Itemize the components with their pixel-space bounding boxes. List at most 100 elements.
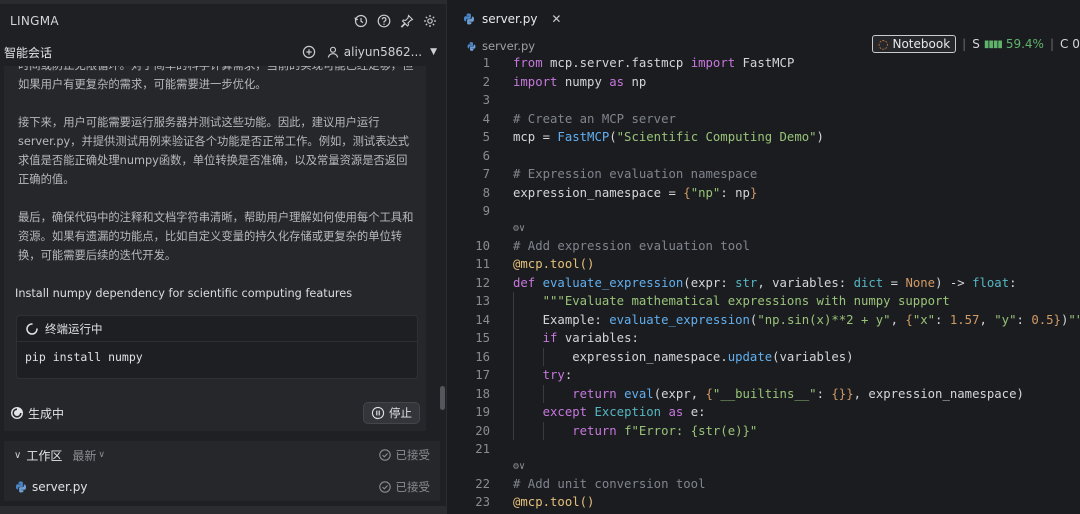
line-number: 6 bbox=[482, 148, 490, 163]
workspace-section: ∨ 工作区 最新 ∨ 已接受 server.py 已接受 bbox=[4, 441, 440, 501]
panel-bottom-strip bbox=[0, 506, 446, 514]
code-line: 23 @mcp.tool() bbox=[448, 493, 1080, 512]
line-text: @mcp.tool() bbox=[513, 495, 595, 509]
line-number: 23 bbox=[475, 495, 490, 509]
line-number: 3 bbox=[482, 93, 490, 107]
terminal-box[interactable]: 终端运行中 pip install numpy bbox=[16, 315, 418, 379]
chat-message-card: 时间或防止无限循环。对于简单的科学计算需求，当前的实现可能已经足够，但如果用户有… bbox=[4, 66, 426, 273]
stop-icon bbox=[371, 406, 385, 420]
app-header: LINGMA bbox=[0, 4, 446, 38]
code-line: 9 bbox=[448, 202, 1080, 221]
line-text: @mcp.tool() bbox=[513, 257, 595, 271]
code-line: 6 bbox=[448, 147, 1080, 166]
breadcrumb: server.py bbox=[448, 36, 535, 56]
generating-label: 生成中 bbox=[28, 406, 65, 421]
line-number: 8 bbox=[482, 185, 490, 200]
line-number: 7 bbox=[482, 167, 490, 181]
chat-paragraph: 时间或防止无限循环。对于简单的科学计算需求，当前的实现可能已经足够，但如果用户有… bbox=[18, 66, 413, 91]
generating-icon bbox=[10, 406, 24, 420]
line-number: 18 bbox=[475, 386, 490, 401]
breadcrumb-file[interactable]: server.py bbox=[482, 39, 535, 53]
chat-scrollbar[interactable] bbox=[440, 386, 445, 410]
line-number: 4 bbox=[482, 111, 490, 126]
bar-chart-icon: ▮▮▮▮ bbox=[983, 38, 1003, 50]
code-line: 1 from mcp.server.fastmcp import FastMCP bbox=[448, 54, 1080, 73]
tab-label: server.py bbox=[482, 12, 538, 26]
terminal-status: 终端运行中 bbox=[45, 321, 103, 336]
line-number: 20 bbox=[475, 423, 490, 438]
line-number: 15 bbox=[475, 331, 490, 345]
generating-row: 生成中 停止 bbox=[4, 395, 426, 431]
terminal-command: pip install numpy bbox=[25, 350, 143, 364]
code-line: 16 expression_namespace.update(variables… bbox=[448, 347, 1080, 366]
line-number: 19 bbox=[475, 405, 490, 419]
line-text: from mcp.server.fastmcp import FastMCP bbox=[513, 56, 795, 70]
line-number: 12 bbox=[475, 275, 490, 290]
workspace-header[interactable]: ∨ 工作区 最新 ∨ 已接受 bbox=[4, 441, 440, 469]
notebook-icon: ◌ bbox=[878, 37, 889, 51]
workspace-title: 工作区 bbox=[26, 448, 63, 463]
tab-server-py[interactable]: server.py ✕ bbox=[448, 4, 573, 34]
line-text: expression_namespace.update(variables) bbox=[513, 349, 854, 364]
code-line: 2 import numpy as np bbox=[448, 73, 1080, 92]
line-number: 14 bbox=[475, 312, 490, 327]
workspace-status-label: 已接受 bbox=[395, 448, 431, 462]
task-title: Install numpy dependency for scientific … bbox=[15, 287, 353, 300]
stop-button[interactable]: 停止 bbox=[363, 402, 420, 424]
close-icon[interactable]: ✕ bbox=[551, 12, 561, 26]
line-number: 16 bbox=[475, 349, 490, 364]
code-line: 13 """Evaluate mathematical expressions … bbox=[448, 292, 1080, 311]
code-line: 12 def evaluate_expression(expr: str, var… bbox=[448, 274, 1080, 293]
line-text: import numpy as np bbox=[513, 74, 647, 89]
line-text: return eval(expr, {"__builtins__": {}}, … bbox=[572, 386, 1024, 401]
workspace-sort[interactable]: 最新 ∨ bbox=[72, 447, 105, 464]
code-lens[interactable]: ⚙∨ bbox=[448, 221, 1080, 237]
python-file-icon bbox=[14, 480, 28, 494]
code-editor: server.py ✕ server.py ◌ Notebook | S ▮▮▮… bbox=[448, 0, 1080, 514]
code-line: 8 expression_namespace = {"np": np} bbox=[448, 184, 1080, 203]
workspace-file-row[interactable]: server.py 已接受 bbox=[4, 473, 440, 501]
line-number: 21 bbox=[475, 442, 490, 456]
code-line: 19 except Exception as e: bbox=[448, 403, 1080, 422]
help-icon[interactable] bbox=[377, 14, 391, 28]
chevron-down-icon: ∨ bbox=[98, 450, 105, 460]
user-icon bbox=[326, 45, 340, 59]
pin-icon[interactable] bbox=[400, 14, 414, 28]
new-chat-icon[interactable] bbox=[302, 45, 316, 59]
code-area[interactable]: 1 from mcp.server.fastmcp import FastMCP 2… bbox=[448, 54, 1080, 512]
app-title: LINGMA bbox=[10, 14, 59, 28]
line-text: try: bbox=[542, 368, 573, 382]
line-text: return f"Error: {str(e)}" bbox=[572, 423, 758, 438]
file-status: 已接受 bbox=[378, 479, 430, 495]
code-line: 20 return f"Error: {str(e)}" bbox=[448, 421, 1080, 440]
sort-label: 最新 bbox=[72, 448, 97, 463]
line-text: # Create an MCP server bbox=[513, 111, 676, 126]
user-selector[interactable]: aliyun5862... ▼ bbox=[326, 45, 437, 59]
python-file-icon bbox=[462, 12, 476, 26]
line-number: 10 bbox=[475, 238, 490, 253]
settings-icon[interactable] bbox=[423, 14, 437, 28]
code-line: 10 # Add expression evaluation tool bbox=[448, 237, 1080, 256]
code-line: 22 # Add unit conversion tool bbox=[448, 475, 1080, 494]
history-icon[interactable] bbox=[354, 14, 368, 28]
code-lens-label: ⚙∨ bbox=[513, 460, 526, 472]
line-text: Example: evaluate_expression("np.sin(x)*… bbox=[513, 312, 1080, 327]
user-name: aliyun5862... bbox=[343, 45, 423, 59]
perf-c: C 0 bbox=[1060, 37, 1080, 51]
stop-label: 停止 bbox=[389, 406, 412, 420]
line-text: mcp = FastMCP("Scientific Computing Demo… bbox=[513, 130, 824, 144]
code-line: 15 if variables: bbox=[448, 329, 1080, 348]
line-text: except Exception as e: bbox=[542, 405, 706, 419]
notebook-button[interactable]: ◌ Notebook bbox=[872, 35, 957, 53]
line-number: 13 bbox=[475, 294, 490, 308]
line-number: 17 bbox=[475, 368, 490, 382]
line-text: # Expression evaluation namespace bbox=[513, 167, 758, 181]
task-area: Install numpy dependency for scientific … bbox=[4, 273, 426, 395]
line-number: 2 bbox=[482, 74, 490, 89]
python-file-icon bbox=[466, 41, 477, 52]
line-number: 9 bbox=[482, 204, 490, 218]
chevron-down-icon: ∨ bbox=[14, 449, 22, 461]
code-lens[interactable]: ⚙∨ bbox=[448, 459, 1080, 475]
conversation-title: 智能会话 bbox=[4, 45, 53, 60]
editor-tabbar: server.py ✕ bbox=[448, 4, 1080, 34]
